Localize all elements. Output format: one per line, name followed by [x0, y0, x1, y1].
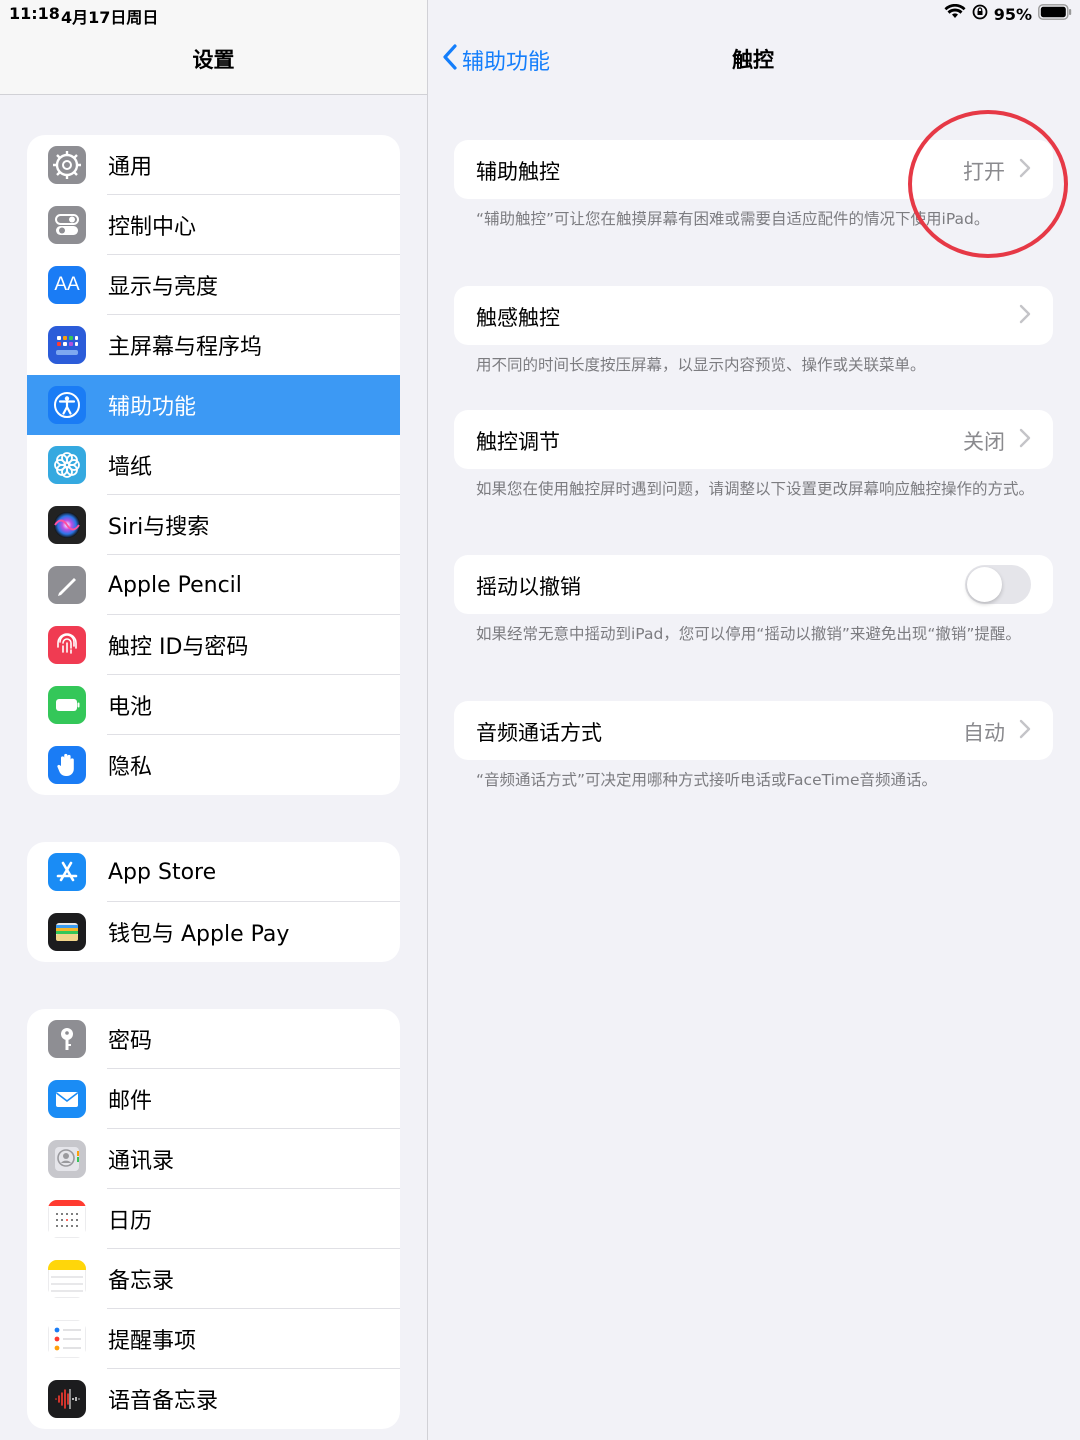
sidebar-item[interactable]: 密码	[27, 1009, 400, 1069]
sidebar-item-label: 备忘录	[108, 1269, 175, 1294]
sidebar-item[interactable]: AA 显示与亮度	[27, 255, 400, 315]
cell-footnote: “音频通话方式”可决定用哪种方式接听电话或FaceTime音频通话。	[476, 771, 938, 789]
sidebar-item-label: 墙纸	[108, 455, 153, 480]
page-title: 触控	[732, 48, 774, 72]
chevron-right-icon	[1019, 428, 1031, 452]
status-right: 95%	[944, 3, 1072, 24]
settings-group: App Store 钱包与 Apple Pay	[27, 842, 400, 962]
wallet-icon	[48, 913, 86, 951]
gear-icon	[48, 146, 86, 184]
sidebar-item-label: 邮件	[108, 1089, 153, 1114]
sidebar-item[interactable]: 通用	[27, 135, 400, 195]
split-divider	[427, 0, 428, 1440]
accessibility-icon	[48, 386, 86, 424]
fingerprint-icon	[48, 626, 86, 664]
sidebar-item-label: 日历	[108, 1209, 153, 1234]
sidebar-item[interactable]: 邮件	[27, 1069, 400, 1129]
cell-footnote: 用不同的时间长度按压屏幕，以显示内容预览、操作或关联菜单。	[476, 356, 926, 374]
sidebar-item[interactable]: 提醒事项	[27, 1309, 400, 1369]
sidebar-item-label: 电池	[108, 695, 153, 720]
sidebar-item-label: 密码	[108, 1029, 153, 1054]
settings-group: 密码邮件通讯录日历备忘录提醒事项语音备忘录	[27, 1009, 400, 1429]
hand-icon	[48, 746, 86, 784]
annotation-circle	[908, 110, 1068, 258]
cell-label: 触感触控	[476, 306, 560, 330]
key-icon	[48, 1020, 86, 1058]
sidebar-item[interactable]: 电池	[27, 675, 400, 735]
calendar-icon	[48, 1200, 86, 1238]
sidebar-item[interactable]: Siri与搜索	[27, 495, 400, 555]
battery-percent: 95%	[993, 4, 1032, 24]
sidebar-item[interactable]: 主屏幕与程序坞	[27, 315, 400, 375]
back-label: 辅助功能	[462, 50, 551, 75]
settings-cell[interactable]: 音频通话方式 自动	[454, 701, 1053, 760]
cell-footnote: 如果您在使用触控屏时遇到问题，请调整以下设置更改屏幕响应触控操作的方式。	[476, 480, 1035, 498]
cell-footnote: 如果经常无意中摇动到iPad，您可以停用“摇动以撤销”来避免出现“撤销”提醒。	[476, 625, 1021, 643]
battery-icon	[48, 686, 86, 724]
voice-memo-icon	[48, 1380, 86, 1418]
settings-cell[interactable]: 触感触控	[454, 286, 1053, 345]
cell-value: 自动	[963, 721, 1005, 745]
sidebar-item[interactable]: 触控 ID与密码	[27, 615, 400, 675]
sidebar-item-label: 通用	[108, 155, 153, 180]
sidebar-item[interactable]: 钱包与 Apple Pay	[27, 902, 400, 962]
flower-icon	[48, 446, 86, 484]
sidebar-item-label: 主屏幕与程序坞	[108, 335, 263, 360]
sidebar-item[interactable]: 控制中心	[27, 195, 400, 255]
cell-label: 摇动以撤销	[476, 575, 581, 599]
app-store-icon	[48, 853, 86, 891]
sidebar-item-label: 显示与亮度	[108, 275, 219, 300]
settings-cell[interactable]: 触控调节 关闭	[454, 410, 1053, 469]
back-button[interactable]: 辅助功能	[442, 44, 550, 76]
chevron-right-icon	[1019, 304, 1031, 328]
sidebar-item-label: 辅助功能	[108, 395, 197, 420]
sidebar-item-label: 隐私	[108, 755, 153, 780]
sidebar-item[interactable]: App Store	[27, 842, 400, 902]
pencil-icon	[48, 566, 86, 604]
chevron-right-icon	[1019, 719, 1031, 743]
sidebar-title: 设置	[192, 48, 235, 72]
sidebar-item-label: App Store	[108, 859, 217, 885]
orientation-lock-icon	[972, 4, 988, 24]
text-size-icon: AA	[48, 266, 86, 304]
siri-icon	[48, 506, 86, 544]
mail-icon	[48, 1080, 86, 1118]
cell-label: 音频通话方式	[476, 721, 602, 745]
sidebar-item-label: 语音备忘录	[108, 1389, 219, 1414]
settings-group: 通用控制中心 AA 显示与亮度主屏幕与程序坞 辅助功能墙纸 Siri与搜索 Apple P…	[27, 135, 400, 795]
shake-to-undo-toggle[interactable]	[965, 565, 1031, 604]
sidebar-item[interactable]: 辅助功能	[27, 375, 400, 435]
toggles-icon	[48, 206, 86, 244]
wifi-icon	[944, 3, 966, 24]
sidebar-item-label: 触控 ID与密码	[108, 635, 249, 660]
sidebar-item[interactable]: Apple Pencil	[27, 555, 400, 615]
cell-value: 关闭	[963, 430, 1005, 454]
sidebar-item[interactable]: 语音备忘录	[27, 1369, 400, 1429]
settings-cell[interactable]: 摇动以撤销	[454, 555, 1053, 614]
sidebar-item-label: 钱包与 Apple Pay	[108, 922, 290, 947]
reminders-icon	[48, 1320, 86, 1358]
sidebar-item-label: Apple Pencil	[108, 572, 242, 598]
status-time: 11:18	[9, 4, 60, 23]
sidebar-item[interactable]: 隐私	[27, 735, 400, 795]
battery-icon	[1038, 4, 1072, 24]
sidebar-item[interactable]: 通讯录	[27, 1129, 400, 1189]
notes-icon	[48, 1260, 86, 1298]
sidebar-item-label: 控制中心	[108, 215, 197, 240]
sidebar-item-label: 通讯录	[108, 1149, 175, 1174]
status-date: 4月17日周日	[61, 8, 159, 27]
chevron-left-icon	[442, 44, 458, 76]
toggle-knob	[967, 567, 1002, 602]
sidebar-item[interactable]: 墙纸	[27, 435, 400, 495]
cell-label: 触控调节	[476, 430, 560, 454]
sidebar-item-label: 提醒事项	[108, 1329, 197, 1354]
cell-label: 辅助触控	[476, 160, 560, 184]
sidebar-item-label: Siri与搜索	[108, 515, 210, 540]
sidebar-item[interactable]: 日历	[27, 1189, 400, 1249]
home-grid-icon	[48, 326, 86, 364]
contacts-icon	[48, 1140, 86, 1178]
sidebar-item[interactable]: 备忘录	[27, 1249, 400, 1309]
